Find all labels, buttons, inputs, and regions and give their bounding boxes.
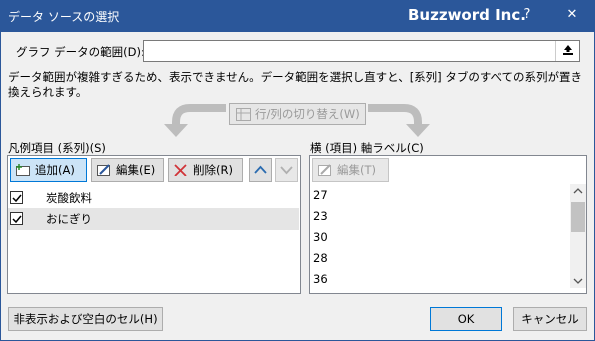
move-up-icon [254, 165, 267, 174]
series-checkbox[interactable] [10, 191, 23, 204]
series-checkbox[interactable] [10, 212, 23, 225]
axis-item[interactable]: 23 [313, 209, 328, 223]
check-icon [12, 215, 22, 224]
move-down-icon [280, 166, 293, 175]
edit-series-icon [97, 164, 110, 176]
edit-series-button[interactable]: 編集(E) [91, 158, 164, 182]
scrollbar-thumb[interactable] [571, 202, 585, 232]
arrow-right-icon [368, 104, 430, 137]
add-series-icon [16, 164, 30, 176]
help-button[interactable]: ? [516, 4, 538, 26]
scroll-up-icon[interactable] [572, 186, 584, 196]
collapse-dialog-button[interactable] [555, 41, 579, 61]
axis-item[interactable]: 28 [313, 251, 328, 265]
delete-series-label: 削除(R) [193, 163, 233, 177]
range-message: データ範囲が複雑すぎるため、表示できません。データ範囲を選択し直すと、[系列] … [8, 70, 583, 99]
delete-series-button[interactable]: 削除(R) [168, 158, 243, 182]
move-down-button[interactable] [275, 158, 298, 182]
edit-series-label: 編集(E) [116, 163, 156, 177]
data-range-input[interactable] [143, 40, 580, 62]
range-label: グラフ データの範囲(D): [16, 45, 145, 59]
edit-axis-button[interactable]: 編集(T) [312, 158, 389, 182]
cancel-button[interactable]: キャンセル [513, 307, 587, 331]
collapse-icon [563, 45, 573, 55]
series-row[interactable]: 炭酸飲料 [8, 187, 299, 209]
close-button[interactable]: ✕ [561, 4, 583, 26]
add-series-label: 追加(A) [35, 163, 75, 177]
check-icon [12, 194, 22, 203]
switch-row-column-label: 行/列の切り替え(W) [255, 107, 360, 121]
switch-row-column-icon [236, 108, 251, 121]
arrow-left-icon [164, 104, 226, 137]
edit-axis-icon [318, 164, 331, 176]
brand-label: Buzzword Inc. [408, 6, 526, 24]
series-name: 炭酸飲料 [46, 191, 92, 205]
axis-item[interactable]: 36 [313, 272, 328, 286]
axis-item[interactable]: 27 [313, 188, 328, 202]
axis-label: 横 (項目) 軸ラベル(C) [310, 141, 424, 155]
axis-item[interactable]: 30 [313, 230, 328, 244]
legend-label: 凡例項目 (系列)(S) [8, 141, 106, 155]
move-up-button[interactable] [249, 158, 272, 182]
hidden-empty-cells-button[interactable]: 非表示および空白のセル(H) [8, 307, 163, 331]
delete-icon [174, 164, 187, 176]
title-bar: データ ソースの選択 Buzzword Inc. ? ✕ [0, 0, 595, 32]
series-name: おにぎり [46, 212, 92, 226]
edit-axis-label: 編集(T) [337, 163, 376, 177]
series-row[interactable]: おにぎり [8, 208, 299, 230]
axis-scrollbar[interactable] [570, 184, 586, 288]
switch-row-column-button[interactable]: 行/列の切り替え(W) [229, 103, 366, 125]
scroll-down-icon[interactable] [572, 276, 584, 286]
window-title: データ ソースの選択 [8, 10, 120, 24]
ok-button[interactable]: OK [430, 307, 502, 331]
add-series-button[interactable]: 追加(A) [10, 158, 87, 182]
